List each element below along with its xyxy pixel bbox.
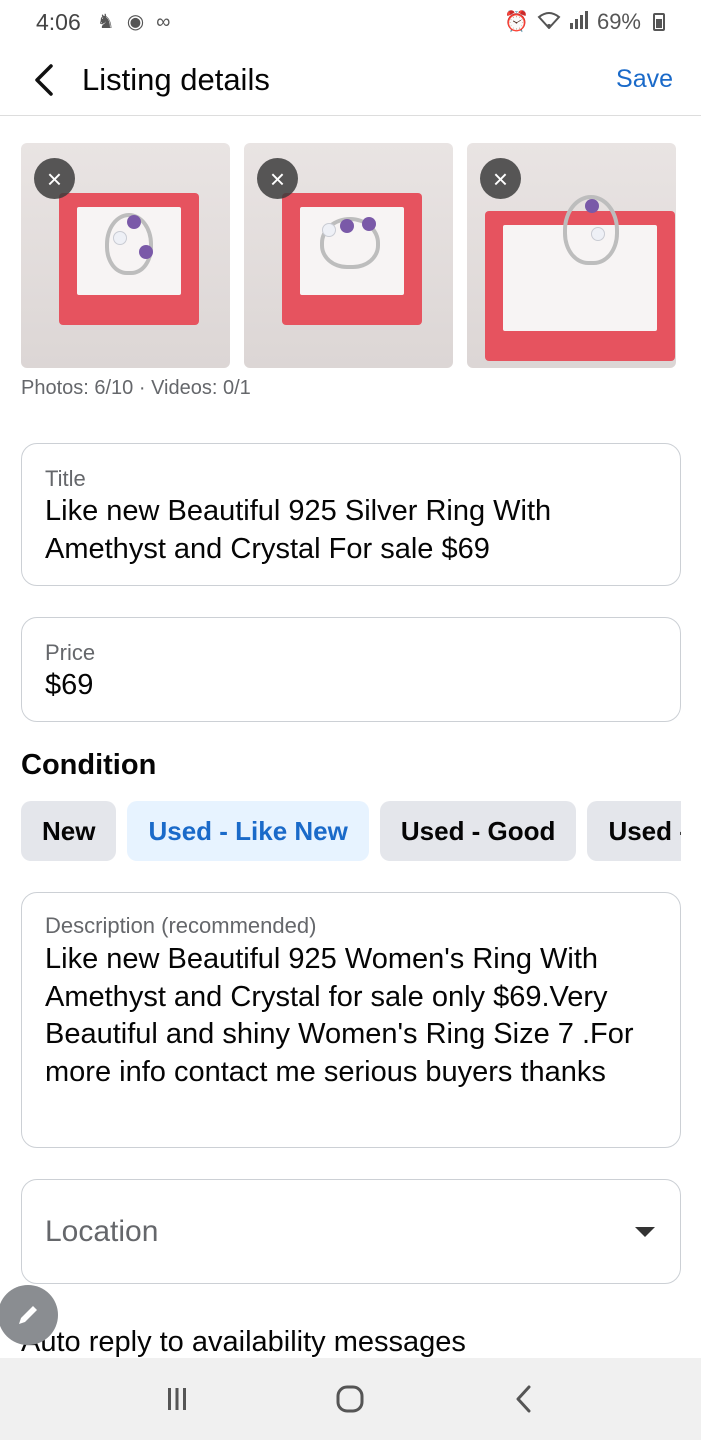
- photo-count: Photos: 6/10 · Videos: 0/1: [21, 377, 251, 399]
- page-title: Listing details: [82, 61, 270, 97]
- header-bar: Listing details Save: [0, 44, 701, 116]
- condition-chip-new[interactable]: New: [21, 801, 117, 861]
- description-label: Description (recommended): [45, 913, 317, 938]
- system-nav-bar: [0, 1358, 701, 1440]
- condition-chips: NewUsed - Like NewUsed - GoodUsed - Fair: [21, 801, 681, 861]
- condition-heading: Condition: [21, 749, 157, 781]
- status-bar: 4:06 ♞ ◉ ∞ ⏰ 69%: [0, 0, 701, 44]
- description-input[interactable]: Like new Beautiful 925 Women's Ring With…: [45, 941, 657, 1092]
- caret-down-icon: [635, 1226, 655, 1237]
- title-input[interactable]: Like new Beautiful 925 Silver Ring With …: [45, 492, 657, 568]
- title-label: Title: [45, 466, 86, 491]
- auto-reply-heading: Auto reply to availability messages: [21, 1326, 466, 1358]
- alarm-icon: ⏰: [504, 11, 529, 33]
- pencil-icon: [19, 1306, 37, 1324]
- back-nav-button[interactable]: [494, 1369, 554, 1429]
- wifi-icon: [537, 11, 561, 33]
- location-placeholder: Location: [45, 1214, 159, 1248]
- save-button[interactable]: Save: [616, 65, 673, 94]
- home-icon: [336, 1385, 364, 1413]
- recent-apps-button[interactable]: [147, 1369, 207, 1429]
- description-field[interactable]: Description (recommended) Like new Beaut…: [21, 892, 681, 1148]
- price-field[interactable]: Price $69: [21, 617, 681, 722]
- listing-photo[interactable]: ×: [467, 143, 676, 368]
- edit-fab-button[interactable]: [0, 1285, 58, 1345]
- listing-photo[interactable]: ×: [244, 143, 453, 368]
- account-icon: ◉: [126, 11, 145, 33]
- battery-icon: [653, 13, 665, 31]
- voicemail-icon: ∞: [156, 11, 171, 33]
- remove-photo-button[interactable]: ×: [34, 158, 75, 199]
- status-time: 4:06: [36, 8, 81, 35]
- listing-photo[interactable]: ×: [21, 143, 230, 368]
- condition-chip-used-good[interactable]: Used - Good: [379, 801, 577, 861]
- condition-chip-used-fair[interactable]: Used - Fair: [587, 801, 681, 861]
- notification-icon: ♞: [96, 11, 115, 33]
- back-icon: [516, 1385, 531, 1413]
- title-field[interactable]: Title Like new Beautiful 925 Silver Ring…: [21, 443, 681, 586]
- remove-photo-button[interactable]: ×: [257, 158, 298, 199]
- price-label: Price: [45, 640, 96, 665]
- chevron-left-icon: [35, 63, 53, 96]
- remove-photo-button[interactable]: ×: [480, 158, 521, 199]
- location-dropdown[interactable]: Location: [21, 1179, 681, 1284]
- signal-icon: [569, 11, 589, 33]
- home-button[interactable]: [320, 1369, 380, 1429]
- price-input[interactable]: $69: [45, 666, 657, 704]
- recent-apps-icon: [167, 1388, 186, 1410]
- back-button[interactable]: [14, 50, 74, 110]
- photo-strip: × × ×: [21, 143, 676, 368]
- battery-percent: 69%: [596, 9, 641, 34]
- condition-chip-used-like-new[interactable]: Used - Like New: [127, 801, 369, 861]
